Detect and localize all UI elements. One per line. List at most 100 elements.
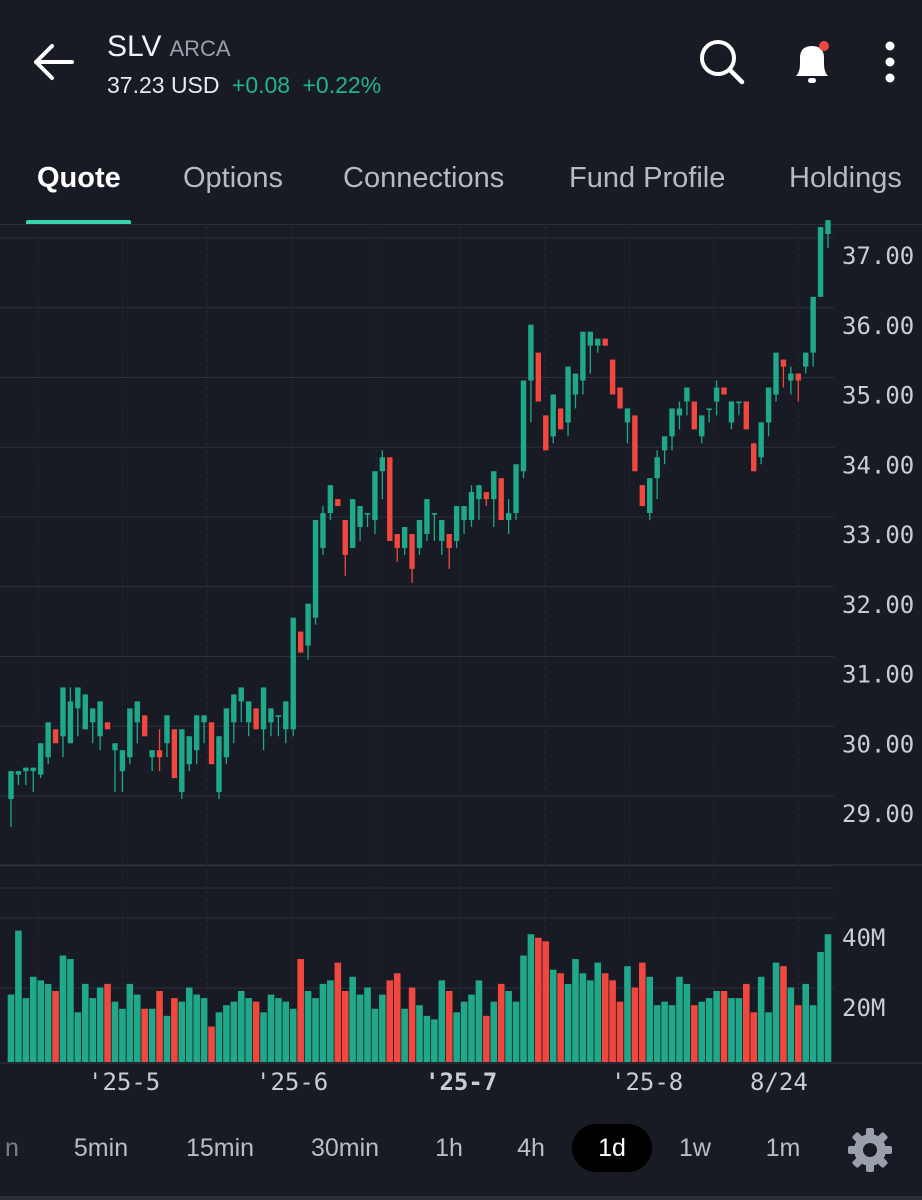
volume-bar — [59, 955, 67, 1062]
interval-partial[interactable]: n — [0, 1124, 24, 1172]
candle-body — [691, 401, 698, 430]
volume-bar — [386, 980, 394, 1062]
price-tick-label: 34.00 — [842, 451, 914, 479]
volume-bar — [393, 973, 401, 1062]
volume-bar — [133, 994, 141, 1062]
interval-30min[interactable]: 30min — [300, 1124, 390, 1172]
interval-4h[interactable]: 4h — [502, 1124, 560, 1172]
candle-body — [639, 485, 646, 507]
date-axis-label: '25-7 — [425, 1068, 497, 1096]
volume-bar — [750, 1012, 758, 1062]
candle-body — [149, 750, 155, 758]
candle-body — [223, 708, 230, 758]
price-chart[interactable]: 37.00 36.00 35.00 34.00 33.00 32.00 31.00 30.00… — [0, 0, 922, 1200]
volume-bar — [237, 991, 245, 1062]
volume-bar — [178, 1001, 186, 1062]
volume-bar — [111, 1001, 119, 1062]
volume-bar — [713, 991, 720, 1062]
volume-bar — [408, 987, 416, 1062]
candle-body — [119, 750, 126, 772]
candle-body — [52, 729, 59, 744]
candle-body — [535, 352, 542, 402]
candle-body — [483, 492, 490, 500]
gear-icon[interactable] — [846, 1126, 894, 1174]
candle-body — [45, 722, 51, 758]
candle-body — [275, 715, 282, 717]
candle-body — [15, 771, 22, 775]
candle-body — [156, 750, 163, 758]
candle-body — [231, 694, 237, 723]
volume-bar — [260, 1012, 267, 1062]
interval-1w[interactable]: 1w — [666, 1124, 724, 1172]
volume-bar — [787, 987, 795, 1062]
volume-bar — [119, 1008, 126, 1062]
price-tick-label: 31.00 — [842, 661, 914, 689]
volume-bar — [431, 1019, 438, 1062]
candle-body — [795, 373, 801, 381]
interval-1d[interactable]: 1d — [572, 1124, 652, 1172]
candle-body — [290, 617, 296, 730]
candle-body — [171, 729, 178, 779]
candle-body — [624, 408, 631, 423]
interval-1h[interactable]: 1h — [420, 1124, 478, 1172]
candle-body — [327, 485, 334, 514]
candle-body — [669, 408, 675, 437]
candle-body — [424, 499, 430, 534]
date-axis-label: '25-6 — [256, 1068, 328, 1096]
volume-bar — [171, 998, 178, 1062]
volume-bar — [824, 934, 832, 1062]
volume-bar — [364, 987, 371, 1062]
candle-body — [305, 603, 311, 646]
candle-body — [23, 767, 29, 772]
volume-bar — [67, 959, 74, 1062]
candle-body — [238, 687, 244, 702]
volume-bar — [74, 1012, 82, 1062]
volume-bar — [15, 930, 22, 1062]
candle-body — [127, 708, 133, 758]
candle-body — [342, 520, 348, 555]
interval-1m[interactable]: 1m — [752, 1124, 814, 1172]
price-tick-label: 30.00 — [842, 730, 914, 758]
candle-body — [216, 736, 222, 793]
candle-body — [134, 701, 140, 723]
candle-body — [602, 338, 608, 346]
volume-bar — [817, 951, 824, 1062]
candle-body — [461, 506, 467, 521]
volume-bar — [691, 1005, 698, 1062]
price-tick-label: 29.00 — [842, 800, 914, 828]
volume-bar — [497, 983, 505, 1062]
interval-selector: n 5min 15min 30min 1h 4h 1d 1w 1m — [0, 1112, 922, 1184]
volume-bar — [616, 1001, 624, 1062]
volume-bar — [327, 980, 334, 1062]
volume-bar — [535, 937, 542, 1062]
candle-body — [632, 415, 638, 472]
volume-bar — [356, 994, 364, 1062]
candle-body — [699, 415, 705, 437]
candle-body — [104, 722, 111, 730]
volume-bar — [572, 959, 579, 1062]
volume-bar — [156, 991, 163, 1062]
interval-5min[interactable]: 5min — [60, 1124, 142, 1172]
candle-body — [825, 220, 831, 235]
candle-body — [557, 408, 564, 430]
candle-body — [179, 729, 185, 793]
interval-15min[interactable]: 15min — [176, 1124, 264, 1172]
volume-bar — [163, 1015, 171, 1062]
volume-bar — [624, 966, 631, 1062]
candle-body — [38, 743, 44, 775]
candle-body — [498, 478, 504, 521]
candle-body — [297, 631, 304, 653]
volume-bar — [475, 980, 483, 1062]
candle-body — [520, 380, 527, 472]
volume-bar — [683, 983, 691, 1062]
candle-body — [283, 701, 289, 730]
candle-body — [543, 415, 549, 451]
candle-body — [803, 352, 809, 367]
volume-bar — [416, 1005, 423, 1062]
candle-body — [164, 715, 170, 744]
candle-body — [193, 715, 200, 751]
volume-bar — [668, 1005, 676, 1062]
candle-body — [312, 520, 319, 618]
candle-body — [580, 331, 586, 381]
candle-body — [491, 471, 497, 500]
